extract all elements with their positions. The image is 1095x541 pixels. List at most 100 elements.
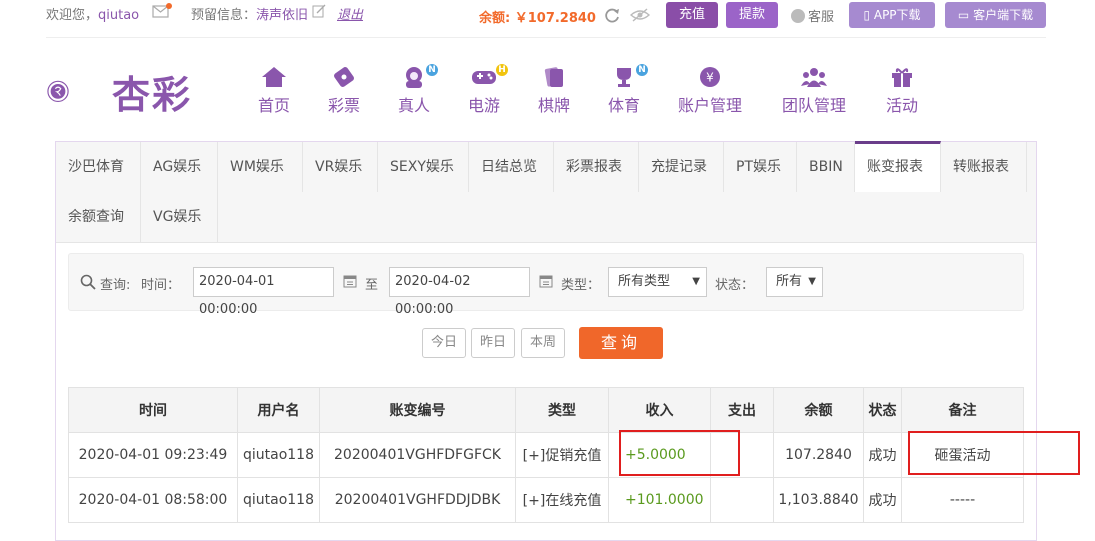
report-panel: 沙巴体育 AG娱乐 WM娱乐 VR娱乐 SEXY娱乐 日结总览 彩票报表 充提记… [55,141,1037,541]
col-time: 时间 [68,387,238,433]
calendar-icon[interactable] [343,274,357,288]
cell-balance: 1,103.8840 [773,477,864,523]
svg-text:¥: ¥ [706,71,714,85]
new-badge: N [426,64,438,76]
tab-wm[interactable]: WM娱乐 [218,142,303,192]
nav-label: 棋牌 [538,96,571,115]
query-button[interactable]: 查询 [579,327,663,359]
withdraw-button[interactable]: 提款 [726,2,778,28]
col-change-id: 账变编号 [319,387,516,433]
cell-expense [710,477,774,523]
nav-label: 活动 [886,96,919,115]
search-icon [80,274,96,290]
dropdown-arrow-icon: ▼ [808,276,816,287]
tab-vg[interactable]: VG娱乐 [141,192,218,242]
nav-live[interactable]: N 真人 [398,64,438,116]
nav-sports[interactable]: N 体育 [608,64,648,116]
welcome-prefix: 欢迎您， [46,8,99,23]
home-icon [262,67,286,87]
status-select[interactable]: 所有 ▼ [766,267,823,297]
edit-icon[interactable] [312,4,326,18]
mail-icon[interactable] [152,3,172,19]
cell-time: 2020-04-01 09:23:49 [68,432,238,478]
live-dealer-icon [406,67,422,88]
charge-button[interactable]: 充值 [666,2,718,28]
cell-time: 2020-04-01 08:58:00 [68,477,238,523]
cell-change-id: 20200401VGHFDFGFCK [319,432,516,478]
reserved-label: 预留信息： [191,8,257,23]
welcome-text: 欢迎您，qiutao [46,4,139,23]
tab-pt[interactable]: PT娱乐 [724,142,797,192]
account-change-table: 时间 用户名 账变编号 类型 收入 支出 余额 状态 备注 2020-04-01… [68,387,1024,523]
nav-home[interactable]: 首页 [258,66,290,116]
nav-label: 账户管理 [678,96,743,115]
refresh-icon[interactable] [603,7,621,23]
end-date-input[interactable]: 2020-04-02 00:00:00 [389,267,530,317]
yesterday-button[interactable]: 昨日 [471,328,515,358]
nav-account[interactable]: ¥ 账户管理 [678,66,742,116]
hot-badge: H [496,64,508,76]
status-select-value: 所有 [776,274,803,289]
app-download-label: APP下载 [873,8,921,22]
new-badge: N [636,64,648,76]
tab-deposit-withdraw[interactable]: 充提记录 [639,142,724,192]
customer-service-link[interactable]: 客服 [791,6,834,25]
client-download-button[interactable]: ▭ 客户端下载 [945,2,1046,28]
col-remark: 备注 [901,387,1024,433]
monitor-icon: ▭ [957,8,974,22]
logo-text[interactable]: 杏彩 [112,64,192,119]
balance-text: 余额: ￥107.2840 [479,11,596,26]
col-type: 类型 [515,387,609,433]
gift-icon [892,68,912,87]
tab-transfer-report[interactable]: 转账报表 [941,142,1027,192]
this-week-button[interactable]: 本周 [521,328,565,358]
nav-label: 彩票 [328,96,361,115]
col-income: 收入 [608,387,711,433]
tab-ag[interactable]: AG娱乐 [141,142,218,192]
table-row: 2020-04-01 09:23:49 qiutao118 20200401VG… [68,432,1024,478]
remark-highlight-box [908,431,1080,475]
cell-change-id: 20200401VGHFDDJDBK [319,477,516,523]
tab-vr[interactable]: VR娱乐 [303,142,378,192]
logo-icon[interactable] [46,62,108,120]
tab-sexy[interactable]: SEXY娱乐 [378,142,469,192]
app-download-button[interactable]: ▯ APP下载 [849,2,935,28]
username[interactable]: qiutao [98,8,139,23]
tab-daily-summary[interactable]: 日结总览 [469,142,554,192]
hide-balance-icon[interactable] [630,7,650,23]
team-icon [801,68,827,87]
lottery-icon [334,67,354,87]
table-row: 2020-04-01 08:58:00 qiutao118 20200401VG… [68,477,1024,523]
start-date-input[interactable]: 2020-04-01 00:00:00 [193,267,334,317]
report-tabs: 沙巴体育 AG娱乐 WM娱乐 VR娱乐 SEXY娱乐 日结总览 彩票报表 充提记… [56,141,1036,243]
query-label: 查询: [100,278,131,293]
nav-team[interactable]: 团队管理 [782,66,846,116]
nav-lottery[interactable]: 彩票 [328,66,360,116]
type-select[interactable]: 所有类型 ▼ [608,267,707,297]
tab-lottery-report[interactable]: 彩票报表 [554,142,639,192]
logout-link[interactable]: 退出 [337,4,363,23]
time-label: 时间： [141,278,181,293]
gamepad-icon [472,71,496,84]
cell-status: 成功 [863,432,902,478]
tab-account-change-report[interactable]: 账变报表 [855,141,941,192]
nav-egame[interactable]: H 电游 [468,64,508,116]
nav-chess[interactable]: 棋牌 [538,66,570,116]
today-button[interactable]: 今日 [422,328,466,358]
tab-shaba-sports[interactable]: 沙巴体育 [56,142,141,192]
tab-bbin[interactable]: BBIN [797,142,855,192]
client-download-label: 客户端下载 [973,8,1034,22]
cell-username: qiutao118 [237,477,320,523]
trophy-icon [617,68,631,87]
reserved-value: 涛声依旧 [256,8,309,23]
nav-label: 体育 [608,96,641,115]
nav-label: 电游 [468,96,501,115]
cell-remark: ----- [901,477,1024,523]
dropdown-arrow-icon: ▼ [692,276,700,287]
top-divider [46,37,1046,38]
tab-balance-query[interactable]: 余额查询 [56,192,141,242]
calendar-icon[interactable] [539,274,553,288]
customer-service-icon [791,9,805,23]
type-label: 类型： [561,278,601,293]
nav-activity[interactable]: 活动 [886,66,918,116]
